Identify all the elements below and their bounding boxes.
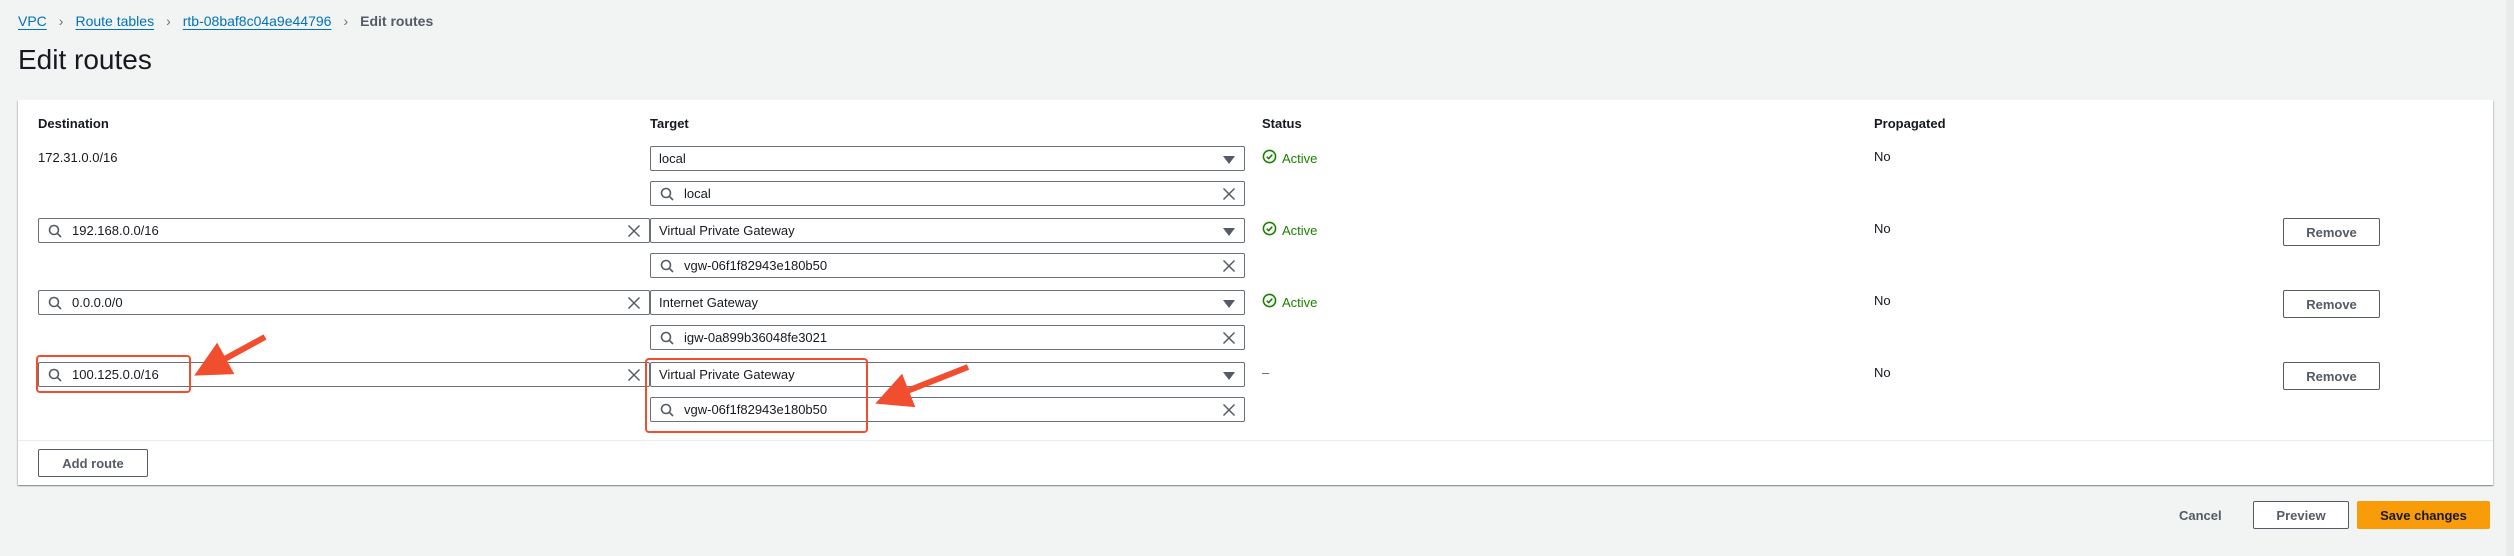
target-id-value: local (684, 186, 711, 201)
propagated-text: No (1874, 221, 1891, 236)
cancel-button[interactable]: Cancel (2179, 508, 2222, 523)
status-badge: Active (1262, 149, 1317, 167)
target-type-value: Internet Gateway (659, 295, 758, 310)
close-icon[interactable] (627, 296, 641, 310)
breadcrumb-route-table-id[interactable]: rtb-08baf8c04a9e44796 (183, 13, 332, 29)
caret-down-icon (1223, 372, 1235, 380)
search-icon (48, 296, 62, 310)
chevron-right-icon: › (58, 13, 64, 29)
remove-route-button[interactable]: Remove (2283, 290, 2380, 318)
chevron-right-icon: › (343, 13, 349, 29)
target-type-select[interactable]: Virtual Private Gateway (650, 218, 1245, 243)
search-icon (48, 224, 62, 238)
propagated-text: No (1874, 365, 1891, 380)
destination-value: 192.168.0.0/16 (72, 223, 159, 238)
annotation-highlight-target (645, 358, 868, 433)
breadcrumb-vpc[interactable]: VPC (18, 13, 47, 29)
caret-down-icon (1223, 300, 1235, 308)
target-id-value: igw-0a899b36048fe3021 (684, 330, 828, 345)
remove-route-button[interactable]: Remove (2283, 362, 2380, 390)
destination-value: 0.0.0.0/0 (72, 295, 123, 310)
close-icon[interactable] (627, 224, 641, 238)
target-id-input[interactable]: vgw-06f1f82943e180b50 (650, 253, 1245, 278)
page-title: Edit routes (18, 44, 152, 75)
check-circle-icon (1262, 149, 1282, 167)
status-badge: Active (1262, 221, 1317, 239)
status-badge: Active (1262, 293, 1317, 311)
check-circle-icon (1262, 293, 1282, 311)
save-changes-button[interactable]: Save changes (2357, 501, 2490, 529)
breadcrumb: VPC › Route tables › rtb-08baf8c04a9e447… (18, 13, 433, 29)
destination-text: 172.31.0.0/16 (38, 150, 118, 165)
search-icon (660, 259, 674, 273)
status-text: Active (1282, 150, 1318, 166)
target-type-select[interactable]: Internet Gateway (650, 290, 1245, 315)
add-route-button[interactable]: Add route (38, 449, 148, 477)
search-icon (660, 331, 674, 345)
preview-button[interactable]: Preview (2253, 501, 2349, 529)
close-icon[interactable] (627, 368, 641, 382)
breadcrumb-current: Edit routes (360, 13, 434, 29)
scrollbar[interactable] (2506, 0, 2514, 556)
caret-down-icon (1223, 156, 1235, 164)
search-icon (660, 187, 674, 201)
close-icon[interactable] (1222, 331, 1236, 345)
destination-input[interactable]: 192.168.0.0/16 (38, 218, 650, 243)
target-id-input[interactable]: local (650, 181, 1245, 206)
propagated-text: No (1874, 293, 1891, 308)
target-type-value: Virtual Private Gateway (659, 223, 795, 238)
target-id-value: vgw-06f1f82943e180b50 (684, 258, 828, 273)
close-icon[interactable] (1222, 187, 1236, 201)
target-type-value: local (659, 151, 686, 166)
caret-down-icon (1223, 228, 1235, 236)
target-type-select[interactable]: local (650, 146, 1245, 171)
close-icon[interactable] (1222, 259, 1236, 273)
column-header-propagated: Propagated (1874, 116, 1946, 131)
breadcrumb-route-tables[interactable]: Route tables (75, 13, 154, 29)
chevron-right-icon: › (166, 13, 171, 29)
target-id-input[interactable]: igw-0a899b36048fe3021 (650, 325, 1245, 350)
check-circle-icon (1262, 221, 1282, 239)
remove-route-button[interactable]: Remove (2283, 218, 2380, 246)
column-header-status: Status (1262, 116, 1302, 131)
routes-panel: Destination Target Status Propagated 172… (18, 100, 2493, 485)
close-icon[interactable] (1222, 403, 1236, 417)
propagated-text: No (1874, 149, 1891, 164)
status-text: – (1262, 365, 1270, 380)
column-header-destination: Destination (38, 116, 109, 131)
divider (18, 440, 2493, 441)
destination-input[interactable]: 0.0.0.0/0 (38, 290, 650, 315)
status-text: Active (1282, 294, 1318, 310)
status-text: Active (1282, 222, 1318, 238)
column-header-target: Target (650, 116, 689, 131)
annotation-highlight-destination (36, 355, 191, 393)
